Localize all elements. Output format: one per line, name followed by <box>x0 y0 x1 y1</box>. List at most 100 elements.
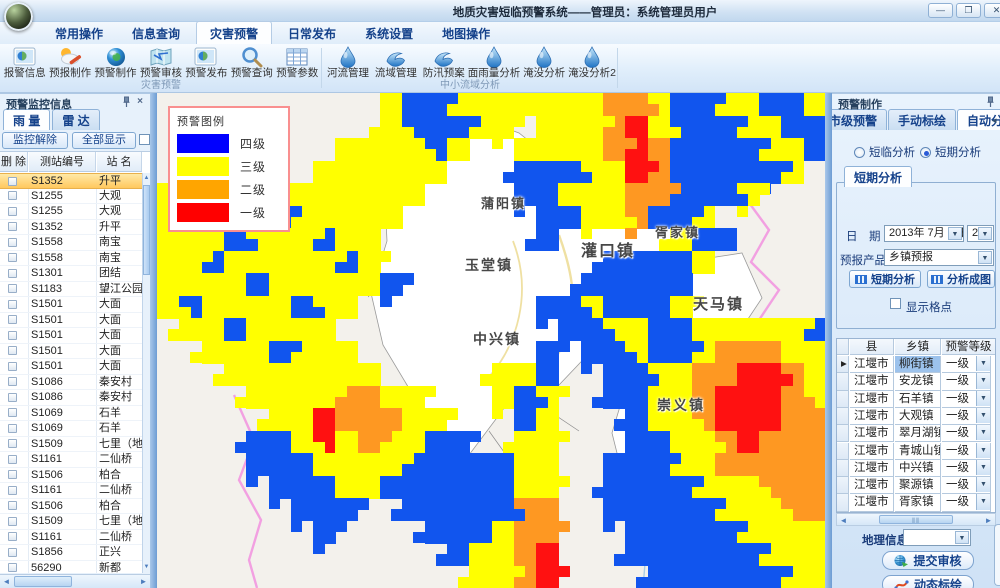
left-tab-2[interactable]: 雷 达 <box>52 109 99 130</box>
station-row[interactable]: S1856正兴 <box>0 545 142 561</box>
ribbon-button-inundation[interactable]: 淹没分析 <box>520 45 568 80</box>
minimize-button[interactable]: — <box>928 3 953 18</box>
station-row[interactable]: S1506柏合 <box>0 499 142 515</box>
row-checkbox[interactable] <box>8 408 17 417</box>
ribbon-button-river-manage[interactable]: 河流管理 <box>324 45 372 80</box>
col-header-station-id[interactable]: 测站编号 <box>29 152 96 172</box>
station-row[interactable]: 56290新都 <box>0 561 142 574</box>
row-checkbox[interactable] <box>8 532 17 541</box>
pin-icon[interactable] <box>984 96 996 109</box>
row-selector[interactable] <box>837 494 849 511</box>
chevron-down-icon[interactable]: ▼ <box>976 443 990 458</box>
ribbon-button-warning-params[interactable]: 预警参数 <box>275 45 320 80</box>
menu-tab-1[interactable]: 常用操作 <box>42 22 116 44</box>
ribbon-button-areal-rain[interactable]: 面雨量分析 <box>468 45 521 80</box>
station-row[interactable]: S1161二仙桥 <box>0 530 142 546</box>
town-row[interactable]: 江堰市大观镇一级▼ <box>837 408 995 425</box>
chevron-down-icon[interactable]: ▼ <box>976 494 990 509</box>
row-checkbox[interactable] <box>8 424 17 433</box>
row-selector[interactable] <box>837 460 849 477</box>
col-header-station-name[interactable]: 站 名 <box>97 152 142 172</box>
row-checkbox[interactable] <box>8 177 17 186</box>
town-cell[interactable]: 胥家镇 <box>895 494 941 511</box>
chevron-down-icon[interactable]: ▼ <box>976 477 990 492</box>
station-row[interactable]: S1352升平 <box>0 173 142 189</box>
chevron-down-icon[interactable]: ▼ <box>976 408 990 423</box>
station-row[interactable]: S1301团结 <box>0 266 142 282</box>
close-button[interactable]: ✕ <box>984 3 1000 18</box>
station-row[interactable]: S1501大面 <box>0 313 142 329</box>
geo-info-select[interactable]: ▼ <box>903 529 971 546</box>
scroll-down-icon[interactable]: ▼ <box>143 562 150 573</box>
station-row[interactable]: S1352升平 <box>0 220 142 236</box>
town-cell[interactable]: 翠月湖镇 <box>895 425 941 442</box>
chevron-down-icon[interactable]: ▼ <box>976 425 990 440</box>
station-row[interactable]: S1506柏合 <box>0 468 142 484</box>
station-row[interactable]: S1183望江公园 <box>0 282 142 298</box>
station-row[interactable]: S1069石羊 <box>0 421 142 437</box>
station-row[interactable]: S1509七里（地质灾 <box>0 514 142 530</box>
chevron-down-icon[interactable]: ▼ <box>976 460 990 475</box>
scrollbar-thumb[interactable]: ⦀⦀ <box>879 515 953 524</box>
right-splitter[interactable] <box>825 93 832 588</box>
town-cell[interactable]: 聚源镇 <box>895 477 941 494</box>
radio-nowcast[interactable]: 短临分析 <box>854 144 915 160</box>
town-cell[interactable]: 石羊镇 <box>895 391 941 408</box>
left-tab-1[interactable]: 雨 量 <box>3 109 50 130</box>
row-checkbox[interactable] <box>8 501 17 510</box>
row-selector[interactable] <box>837 373 849 390</box>
town-cell[interactable]: 大观镇 <box>895 408 941 425</box>
town-row[interactable]: 江堰市青城山镇一级▼ <box>837 443 995 460</box>
ribbon-button-inundation2[interactable]: 淹没分析2 <box>568 45 616 80</box>
level-cell[interactable]: 一级▼ <box>942 356 991 373</box>
chevron-down-icon[interactable]: ▼ <box>948 227 962 240</box>
scrollbar-thumb[interactable] <box>14 576 72 587</box>
right-tab-1[interactable]: 市级预警 <box>832 109 887 130</box>
town-row[interactable]: 江堰市石羊镇一级▼ <box>837 391 995 408</box>
dynamic-draw-button[interactable]: 动态标绘 <box>882 575 974 588</box>
row-checkbox[interactable] <box>8 548 17 557</box>
collapsed-panel-handle[interactable] <box>994 524 1000 586</box>
row-checkbox[interactable] <box>8 331 17 340</box>
chevron-down-icon[interactable]: ▼ <box>955 531 969 544</box>
close-icon[interactable]: × <box>134 96 146 109</box>
row-checkbox[interactable] <box>8 486 17 495</box>
select-all-checkbox[interactable] <box>139 134 150 145</box>
level-cell[interactable]: 一级▼ <box>942 425 991 442</box>
menu-tab-5[interactable]: 系统设置 <box>352 22 426 44</box>
product-select[interactable]: 乡镇预报 ▼ <box>884 249 994 266</box>
row-checkbox[interactable] <box>8 222 17 231</box>
level-cell[interactable]: 一级▼ <box>942 443 991 460</box>
row-checkbox[interactable] <box>8 563 17 572</box>
chevron-down-icon[interactable]: ▼ <box>976 356 990 371</box>
ribbon-button-alarm-info[interactable]: 报警信息 <box>2 45 47 80</box>
station-row[interactable]: S1509七里（地质灾 <box>0 437 142 453</box>
ribbon-button-warning-make[interactable]: 预警制作 <box>93 45 138 80</box>
row-checkbox[interactable] <box>8 315 17 324</box>
row-checkbox[interactable] <box>8 269 17 278</box>
station-row[interactable]: S1501大面 <box>0 297 142 313</box>
row-checkbox[interactable] <box>8 470 17 479</box>
right-tab-2[interactable]: 手动标绘 <box>888 109 956 130</box>
town-cell[interactable]: 安龙镇 <box>895 373 941 390</box>
app-menu-orb[interactable] <box>4 2 33 31</box>
station-row[interactable]: S1255大观 <box>0 189 142 205</box>
station-row[interactable]: S1255大观 <box>0 204 142 220</box>
menu-tab-4[interactable]: 日常发布 <box>275 22 349 44</box>
left-horizontal-scrollbar[interactable]: ◄ ► <box>0 574 150 588</box>
scroll-up-icon[interactable]: ▲ <box>143 173 150 184</box>
menu-tab-3[interactable]: 灾害预警 <box>196 21 272 44</box>
station-row[interactable]: S1069石羊 <box>0 406 142 422</box>
left-splitter[interactable] <box>150 93 157 588</box>
ribbon-button-basin-manage[interactable]: 流域管理 <box>372 45 420 80</box>
scroll-right-icon[interactable]: ► <box>137 575 150 588</box>
scroll-right-icon[interactable]: ► <box>982 514 995 525</box>
town-row[interactable]: 江堰市聚源镇一级▼ <box>837 477 995 494</box>
chevron-down-icon[interactable]: ▼ <box>976 373 990 388</box>
row-selector[interactable]: ▸ <box>837 356 849 373</box>
station-row[interactable]: S1558南宝 <box>0 251 142 267</box>
town-cell[interactable]: 中兴镇 <box>895 460 941 477</box>
town-cell[interactable]: 柳街镇 <box>895 356 941 373</box>
town-row[interactable]: ▸江堰市柳街镇一级▼ <box>837 356 995 373</box>
town-row[interactable]: 江堰市翠月湖镇一级▼ <box>837 425 995 442</box>
